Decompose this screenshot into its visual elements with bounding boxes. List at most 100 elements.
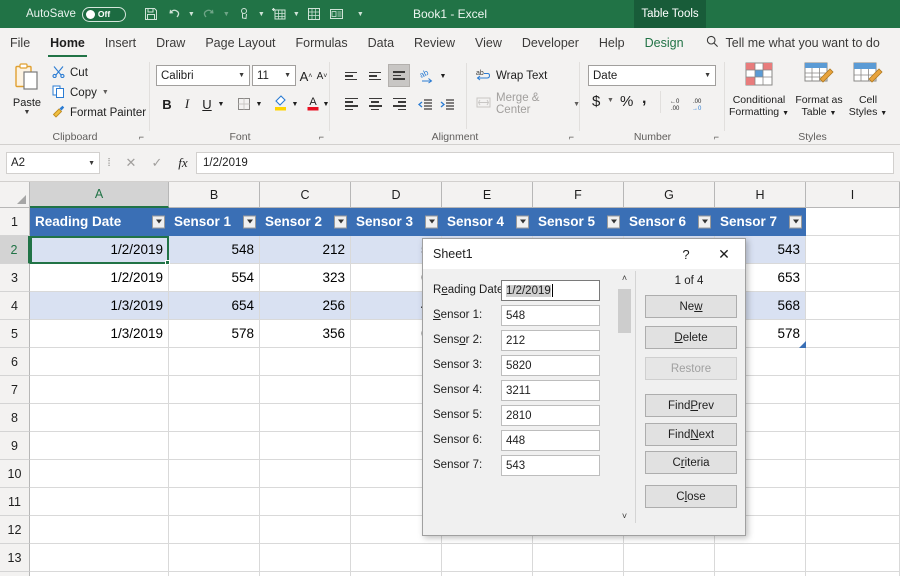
paste-button[interactable]: Paste ▼ [5, 61, 49, 123]
chevron-up-icon[interactable]: ˄ [616, 269, 633, 286]
tab-design[interactable]: Design [635, 29, 694, 57]
grid-cell[interactable] [169, 348, 260, 376]
name-box[interactable]: A2 ▼ [6, 152, 100, 174]
tab-review[interactable]: Review [404, 29, 465, 57]
table-data-cell[interactable]: 548 [169, 236, 260, 264]
chevron-down-icon[interactable]: ˅ [616, 507, 633, 524]
form-icon[interactable] [326, 3, 348, 25]
row-header-7[interactable]: 7 [0, 376, 30, 404]
tab-developer[interactable]: Developer [512, 29, 589, 57]
column-header-c[interactable]: C [260, 182, 351, 208]
column-header-d[interactable]: D [351, 182, 442, 208]
table-data-cell[interactable]: 1/3/2019 [30, 320, 169, 348]
font-name-combo[interactable]: Calibri ▼ [156, 65, 250, 86]
grid-cell[interactable] [442, 544, 533, 572]
filter-dropdown-icon-c[interactable] [334, 215, 347, 228]
filter-dropdown-icon-e[interactable] [516, 215, 529, 228]
grid-cell[interactable] [30, 460, 169, 488]
form-field-input[interactable]: 3211 [501, 380, 600, 401]
grid-cell[interactable] [806, 488, 900, 516]
cancel-icon[interactable]: ✕ [118, 155, 144, 171]
row-header-9[interactable]: 9 [0, 432, 30, 460]
cell-styles-button[interactable]: Cell Styles ▼ [837, 61, 899, 125]
dialog-button-delete[interactable]: Delete [645, 326, 737, 349]
select-all-corner[interactable] [0, 182, 30, 208]
row-header-6[interactable]: 6 [0, 348, 30, 376]
grid-cell[interactable] [169, 460, 260, 488]
grid-cell[interactable] [169, 544, 260, 572]
undo-icon[interactable] [163, 3, 185, 25]
grid-cell[interactable] [806, 320, 900, 348]
grid-cell[interactable] [260, 488, 351, 516]
column-header-e[interactable]: E [442, 182, 533, 208]
copy-dropdown-icon[interactable]: ▼ [102, 89, 109, 96]
grid-cell[interactable] [806, 292, 900, 320]
column-header-h[interactable]: H [715, 182, 806, 208]
decrease-indent-button[interactable] [414, 93, 436, 115]
filter-dropdown-icon-a[interactable] [152, 215, 165, 228]
form-field-input[interactable]: 548 [501, 305, 600, 326]
table-header-cell-b1[interactable]: Sensor 1 [169, 208, 260, 236]
undo-dropdown-icon[interactable]: ▼ [186, 3, 197, 25]
comma-style-button[interactable]: , [642, 90, 646, 108]
fx-icon[interactable]: fx [170, 155, 196, 171]
grid-cell[interactable] [30, 516, 169, 544]
table-data-cell[interactable]: 356 [260, 320, 351, 348]
table-header-cell-h1[interactable]: Sensor 7 [715, 208, 806, 236]
autosave-toggle[interactable]: Off [81, 6, 126, 22]
grid-cell[interactable] [30, 432, 169, 460]
grid-cell[interactable] [169, 432, 260, 460]
grid-cell[interactable] [715, 544, 806, 572]
grid-cell[interactable] [169, 376, 260, 404]
grid-cell[interactable] [260, 460, 351, 488]
new-sheet-icon[interactable] [268, 3, 290, 25]
table-data-cell[interactable]: 578 [169, 320, 260, 348]
filter-dropdown-icon-g[interactable] [698, 215, 711, 228]
grid-cell[interactable] [260, 572, 351, 576]
grid-cell[interactable] [806, 460, 900, 488]
touch-mode-dropdown-icon[interactable]: ▼ [256, 3, 267, 25]
align-right-button[interactable] [388, 93, 410, 115]
column-header-i[interactable]: I [806, 182, 900, 208]
number-dialog-launcher[interactable]: ⌐ [714, 132, 719, 142]
grid-cell[interactable] [806, 208, 900, 236]
dialog-button-close[interactable]: Cl ose [645, 485, 737, 508]
filter-dropdown-icon-b[interactable] [243, 215, 256, 228]
dialog-button-new[interactable]: Ne w [645, 295, 737, 318]
bold-button[interactable]: B [158, 93, 176, 115]
fill-color-button[interactable] [270, 91, 290, 113]
grid-cell[interactable] [30, 572, 169, 576]
grid-cell[interactable] [442, 572, 533, 576]
grid-cell[interactable] [806, 236, 900, 264]
align-center-button[interactable] [364, 93, 386, 115]
form-field-input[interactable]: 2810 [501, 405, 600, 426]
form-field-input[interactable]: 543 [501, 455, 600, 476]
row-header-10[interactable]: 10 [0, 460, 30, 488]
form-field-input[interactable]: 1/2/2019 [501, 280, 600, 301]
filter-dropdown-icon-d[interactable] [425, 215, 438, 228]
dialog-button-criteria[interactable]: Cr iteria [645, 451, 737, 474]
grid-cell[interactable] [30, 348, 169, 376]
grid-cell[interactable] [715, 572, 806, 576]
decrease-font-size-button[interactable]: A ˅ [314, 65, 330, 87]
grid-cell[interactable] [30, 488, 169, 516]
grid-cell[interactable] [806, 348, 900, 376]
grid-cell[interactable] [260, 376, 351, 404]
increase-font-size-button[interactable]: A ˄ [298, 65, 314, 87]
row-header-13[interactable]: 13 [0, 544, 30, 572]
tab-view[interactable]: View [465, 29, 512, 57]
table-header-cell-d1[interactable]: Sensor 3 [351, 208, 442, 236]
row-header-2[interactable]: 2 [0, 236, 30, 264]
grid-cell[interactable] [806, 572, 900, 576]
filter-dropdown-icon-h[interactable] [789, 215, 802, 228]
tab-insert[interactable]: Insert [95, 29, 146, 57]
row-header-3[interactable]: 3 [0, 264, 30, 292]
grid-cell[interactable] [169, 516, 260, 544]
row-header-4[interactable]: 4 [0, 292, 30, 320]
borders-button[interactable] [234, 93, 254, 115]
orientation-dropdown-icon[interactable]: ▼ [438, 65, 448, 87]
row-header-8[interactable]: 8 [0, 404, 30, 432]
filter-dropdown-icon-f[interactable] [607, 215, 620, 228]
table-header-cell-f1[interactable]: Sensor 5 [533, 208, 624, 236]
grid-cell[interactable] [351, 572, 442, 576]
